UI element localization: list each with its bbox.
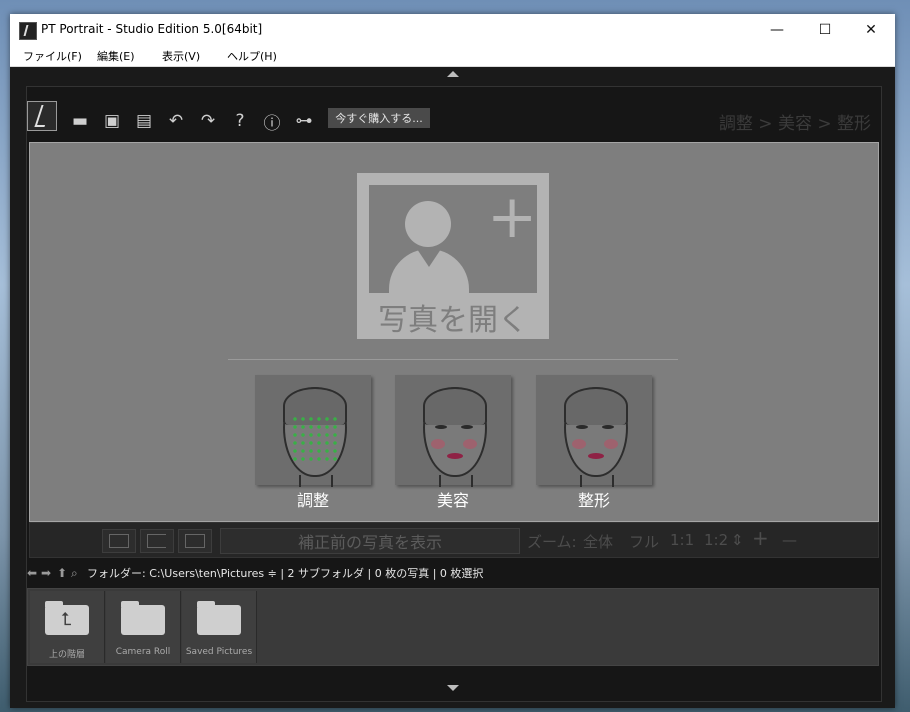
app-window: PT Portrait - Studio Edition 5.0[64bit] … [10,14,895,708]
folder-label: Camera Roll [115,647,171,657]
mode-beauty-button[interactable] [395,375,511,487]
search-icon[interactable]: ⌕ [71,566,78,581]
folder-tile-saved-pictures[interactable]: Saved Pictures [182,591,257,663]
mode-adjust-button[interactable] [255,375,371,487]
collapse-top-arrow-icon[interactable] [447,71,459,77]
back-arrow-icon[interactable]: ⬅ [27,566,37,580]
forward-arrow-icon[interactable]: ➡ [41,566,51,580]
add-person-icon: + [369,185,537,293]
buy-now-button[interactable]: 今すぐ購入する... [328,108,430,128]
zoom-stepper-icon[interactable]: ⇕ [731,531,744,549]
redo-icon[interactable]: ↷ [197,110,219,132]
folder-label: 上の階層 [48,650,85,660]
show-before-button[interactable]: 補正前の写真を表示 [220,528,520,554]
info-icon[interactable]: ⓘ [261,110,283,134]
face-landmarks-icon [283,387,347,487]
undo-icon[interactable]: ↶ [165,110,187,132]
zoom-in-button[interactable]: + [752,526,769,550]
plugin-icon[interactable]: ⊶ [293,110,315,132]
mode-beauty-label: 美容 [436,491,469,510]
close-button[interactable]: ✕ [848,14,894,45]
open-photo-label: 写真を開く [378,303,528,338]
menu-file[interactable]: ファイル(F) [23,48,82,64]
split-horizontal-button[interactable] [178,529,212,553]
help-icon[interactable]: ? [229,110,251,132]
mode-reshape-button[interactable] [536,375,652,487]
zoom-label: ズーム: [527,533,577,551]
open-photo-button[interactable]: + 写真を開く [357,173,549,339]
folder-tile-parent[interactable]: ⮤ 上の階層 [30,591,105,663]
view-toolbar: 補正前の写真を表示 ズーム: 全体 フル 1:1 1:2 ⇕ + — [29,522,879,558]
zoom-1-2-select[interactable]: 1:2 [704,531,728,549]
maximize-button[interactable]: ☐ [802,14,848,45]
photo-canvas[interactable]: + 写真を開く 調整 美容 整形 [29,142,879,522]
zoom-full-button[interactable]: フル [629,531,659,552]
menu-bar: ファイル(F) 編集(E) 表示(V) ヘルプ(H) [10,45,895,67]
split-vertical-button[interactable] [140,529,174,553]
folder-path-bar: ⬅ ➡ ⬆ ⌕ フォルダー: C:\Users\ten\Pictures ≑ |… [27,565,882,583]
folder-icon[interactable]: ▬ [69,110,91,132]
single-view-button[interactable] [102,529,136,553]
mode-reshape-label: 整形 [577,491,610,510]
save-icon[interactable]: ▣ [101,110,123,132]
folder-up-icon: ⮤ [45,605,89,635]
folder-path-text: フォルダー: C:\Users\ten\Pictures ≑ | 2 サブフォル… [87,567,484,580]
minimize-button[interactable]: — [754,14,800,45]
menu-view[interactable]: 表示(V) [162,48,200,64]
folder-label: Saved Pictures [185,647,253,657]
zoom-out-button[interactable]: — [782,531,797,549]
folder-icon [197,605,241,635]
folder-icon [121,605,165,635]
menu-edit[interactable]: 編集(E) [97,48,135,64]
title-bar[interactable]: PT Portrait - Studio Edition 5.0[64bit] … [10,14,895,45]
mode-breadcrumb: 調整 > 美容 > 整形 [718,114,871,134]
mode-adjust-label: 調整 [296,491,329,510]
zoom-1-1-button[interactable]: 1:1 [670,531,694,549]
face-reshape-icon [564,387,628,487]
menu-help[interactable]: ヘルプ(H) [227,48,277,64]
face-makeup-icon [423,387,487,487]
zoom-fit-button[interactable]: 全体 [583,531,613,552]
up-arrow-icon[interactable]: ⬆ [57,566,67,580]
window-title: PT Portrait - Studio Edition 5.0[64bit] [41,22,263,36]
save-as-icon[interactable]: ▤ [133,110,155,132]
folder-tile-camera-roll[interactable]: Camera Roll [106,591,181,663]
file-browser: ⮤ 上の階層 Camera Roll Saved Pictures [27,588,879,666]
pt-logo-icon [27,101,57,131]
divider [228,359,678,360]
collapse-bottom-arrow-icon[interactable] [447,685,459,691]
app-logo-icon [19,22,37,40]
